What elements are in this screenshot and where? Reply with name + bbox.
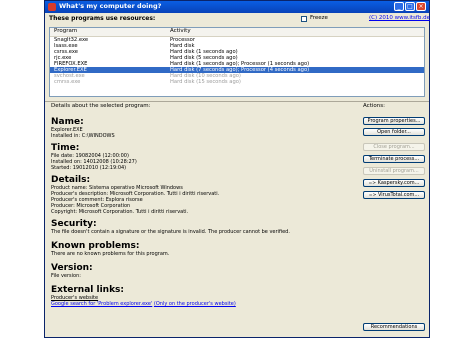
freeze-label[interactable]: Freeze [310,15,328,21]
terminate-process-button[interactable]: Terminate process... [363,155,425,163]
virustotal-label: VirusTotal.com... [377,192,420,198]
google-producer-only-link[interactable]: (Only on the producer's website) [154,301,236,307]
close-icon[interactable]: × [416,2,426,11]
version-heading: Version: [51,263,93,273]
minimize-icon[interactable]: _ [394,2,404,11]
column-header-activity[interactable]: Activity [170,28,191,34]
program-list[interactable]: Program Activity SnagIt32.exe Processor ls… [49,27,425,97]
table-row[interactable]: cmrss.exe Hard disk (15 seconds ago) [50,79,424,85]
known-problems-text: There are no known problems for this pro… [51,251,170,257]
app-window: What's my computer doing? _ □ × These pr… [44,0,430,338]
activity-cell: Hard disk (15 seconds ago) [170,79,241,85]
arrow-right-icon: => [368,193,377,198]
name-heading: Name: [51,117,84,127]
recommendations-button[interactable]: Recommendations [363,323,425,331]
security-text: The file doesn't contain a signature or … [51,229,290,235]
maximize-icon[interactable]: □ [405,2,415,11]
actions-panel: Actions: Program properties... Open fold… [363,103,427,333]
started: Started: 19012010 (12:19:04) [51,165,127,171]
details-panel: Details about the selected program: Name… [51,103,357,333]
column-header-program[interactable]: Program [54,28,77,34]
top-bar: These programs use resources: Freeze (C)… [49,15,430,25]
window-title: What's my computer doing? [59,2,162,10]
program-properties-button[interactable]: Program properties... [363,117,425,125]
freeze-checkbox[interactable] [301,16,307,22]
arrow-right-icon: => [368,181,377,186]
copyright-link[interactable]: (C) 2010 www.itsfb.de [369,15,430,21]
external-links-heading: External links: [51,285,125,295]
resources-header: These programs use resources: [49,15,156,22]
uninstall-program-button[interactable]: Uninstall program... [363,167,425,175]
copyright-info: Copyright: Microsoft Corporation. Tutti … [51,209,189,215]
google-search-link[interactable]: Google search for 'Problem explorer.exe' [51,301,152,307]
details-header: Details about the selected program: [51,103,151,109]
google-search-line: Google search for 'Problem explorer.exe'… [51,301,236,307]
install-path: Installed in: C:\WINDOWS [51,133,115,139]
known-problems-heading: Known problems: [51,241,140,251]
app-icon [48,3,56,11]
details-heading: Details: [51,175,91,185]
version-text: File version: [51,273,81,279]
close-program-button[interactable]: Close program... [363,143,425,151]
kaspersky-button[interactable]: => Kaspersky.com... [363,179,425,187]
title-bar[interactable]: What's my computer doing? _ □ × [45,1,429,13]
program-cell: cmrss.exe [54,79,81,85]
time-heading: Time: [51,143,80,153]
divider [45,101,429,102]
actions-header: Actions: [363,103,385,109]
open-folder-button[interactable]: Open folder... [363,128,425,136]
virustotal-button[interactable]: => VirusTotal.com... [363,191,425,199]
security-heading: Security: [51,219,97,229]
list-header: Program Activity [50,28,424,37]
kaspersky-label: Kaspersky.com... [377,180,420,186]
